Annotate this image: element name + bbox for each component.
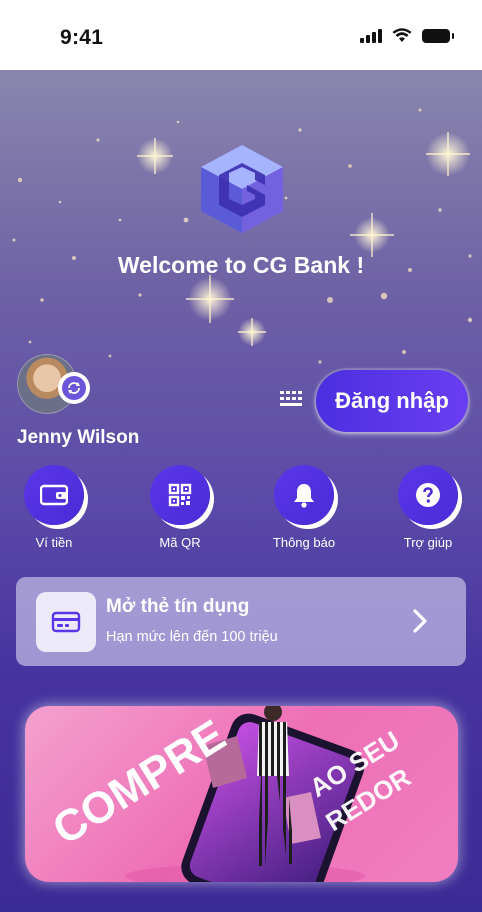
quick-action-notifications[interactable]: Thông báo (259, 465, 349, 550)
quick-actions: Ví tiền Mã QR Thông báo Trợ giúp (0, 465, 482, 555)
status-bar: 9:41 (0, 0, 482, 70)
quick-action-wallet[interactable]: Ví tiền (9, 465, 99, 550)
quick-action-label: Mã QR (159, 535, 201, 550)
quick-action-qr[interactable]: Mã QR (135, 465, 225, 550)
credit-card-subtitle: Hạn mức lên đến 100 triệu (106, 629, 278, 645)
credit-card-promo[interactable]: Mở thẻ tín dụng Hạn mức lên đến 100 triệ… (16, 577, 466, 666)
chevron-right-icon (413, 609, 427, 633)
bell-icon (294, 484, 314, 508)
app-screen: Welcome to CG Bank ! Jenny Wilson Đăng n… (0, 70, 482, 912)
quick-action-help[interactable]: Trợ giúp (383, 465, 473, 550)
battery-icon (422, 28, 454, 43)
banner-illustration: COMPRE AO SEU REDOR (44, 706, 416, 882)
welcome-title: Welcome to CG Bank ! (117, 252, 365, 278)
quick-action-label: Ví tiền (35, 535, 73, 550)
status-time: 9:41 (60, 26, 104, 49)
status-icons (360, 28, 454, 43)
bottom-strip (0, 902, 482, 912)
quick-action-label: Thông báo (272, 535, 336, 550)
credit-card-title: Mở thẻ tín dụng (106, 596, 250, 617)
credit-card-icon (36, 592, 96, 652)
qr-code-icon (168, 483, 192, 507)
swap-icon (62, 376, 86, 400)
wifi-icon (392, 28, 412, 42)
switch-account-badge[interactable] (58, 372, 90, 404)
wallet-icon (40, 484, 68, 506)
help-icon (416, 483, 440, 507)
keypad-icon[interactable] (280, 391, 304, 409)
user-name: Jenny Wilson (17, 427, 140, 448)
signal-icon (360, 28, 382, 43)
promo-banner[interactable]: COMPRE AO SEU REDOR (25, 706, 458, 882)
quick-action-label: Trợ giúp (403, 535, 453, 550)
cg-bank-logo (201, 145, 283, 233)
login-button[interactable]: Đăng nhập (316, 370, 468, 432)
